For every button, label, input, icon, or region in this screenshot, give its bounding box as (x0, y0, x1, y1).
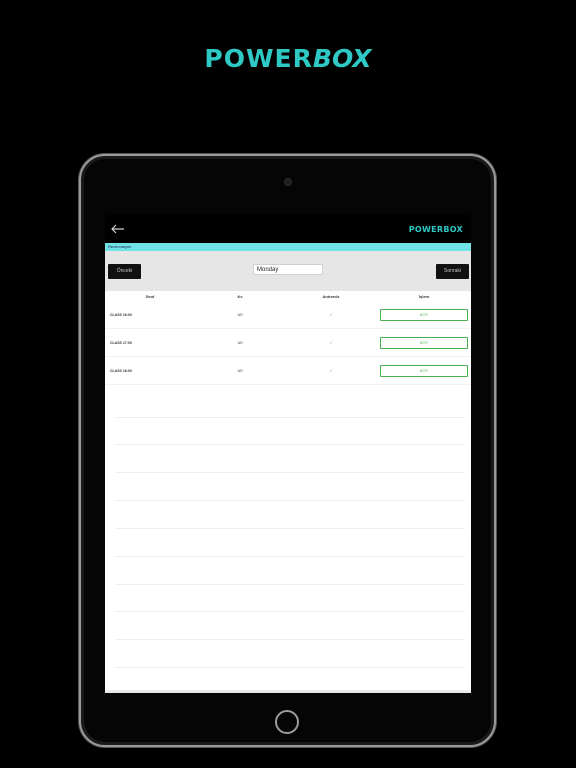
action-cell: KOY (377, 356, 471, 385)
app-bar: POWERBOX (105, 215, 471, 243)
column-header-action: İşlem (418, 293, 430, 299)
day-nav: Önceki Monday Sonraki (105, 251, 471, 291)
brand-logo: POWERBOX (0, 44, 576, 73)
column-header-kv: Kv (237, 293, 243, 299)
action-cell: KOY (377, 301, 471, 329)
table-row: CLASS 16:00 0/0 / KOY (105, 301, 471, 329)
previous-day-button[interactable]: Önceki (108, 264, 141, 279)
schedule-table: Sınıf Kv Antrenör İşlem CLASS 16:00 0/0 … (105, 291, 471, 385)
capacity-value: 0/0 (195, 301, 285, 329)
divider (115, 472, 465, 473)
trainer-name: / (285, 328, 377, 357)
divider (115, 556, 465, 557)
class-time: CLASS 18:00 (105, 356, 195, 385)
table-row: CLASS 17:00 0/0 / KOY (105, 328, 471, 357)
next-day-button[interactable]: Sonraki (436, 264, 469, 279)
divider (115, 639, 465, 640)
reserve-button[interactable]: KOY (380, 308, 468, 321)
table-header-row: Sınıf Kv Antrenör İşlem (105, 291, 471, 301)
section-bar: Rezervasyon (105, 243, 471, 251)
app-logo-box: BOX (443, 225, 463, 234)
column-header-trainer: Antrenör (322, 293, 340, 299)
back-arrow-icon[interactable] (110, 221, 126, 237)
reserve-button[interactable]: KOY (380, 336, 468, 349)
capacity-value: 0/0 (195, 356, 285, 385)
divider (115, 500, 465, 501)
app-screen: POWERBOX Rezervasyon Önceki Monday Sonra… (105, 215, 471, 693)
class-time: CLASS 17:00 (105, 328, 195, 357)
table-row: CLASS 18:00 0/0 / KOY (105, 356, 471, 385)
day-select[interactable]: Monday (253, 264, 323, 275)
trainer-name: / (285, 301, 377, 329)
divider (115, 528, 465, 529)
home-button[interactable] (275, 710, 299, 734)
content-area: Önceki Monday Sonraki Sınıf Kv Antrenör … (105, 251, 471, 693)
app-logo: POWERBOX (409, 225, 463, 234)
camera-dot (284, 178, 292, 186)
divider (115, 611, 465, 612)
app-logo-power: POWER (408, 225, 444, 234)
class-time: CLASS 16:00 (105, 301, 195, 329)
capacity-value: 0/0 (195, 328, 285, 357)
divider (115, 667, 465, 668)
action-cell: KOY (377, 328, 471, 357)
brand-logo-box: BOX (312, 44, 372, 73)
divider (115, 584, 465, 585)
section-label: Rezervasyon (108, 244, 132, 249)
divider (115, 444, 465, 445)
bottom-edge (105, 690, 471, 693)
trainer-name: / (285, 356, 377, 385)
column-header-class: Sınıf (145, 293, 155, 299)
reserve-button[interactable]: KOY (380, 364, 468, 377)
brand-logo-power: POWER (204, 44, 313, 73)
divider (115, 417, 465, 418)
